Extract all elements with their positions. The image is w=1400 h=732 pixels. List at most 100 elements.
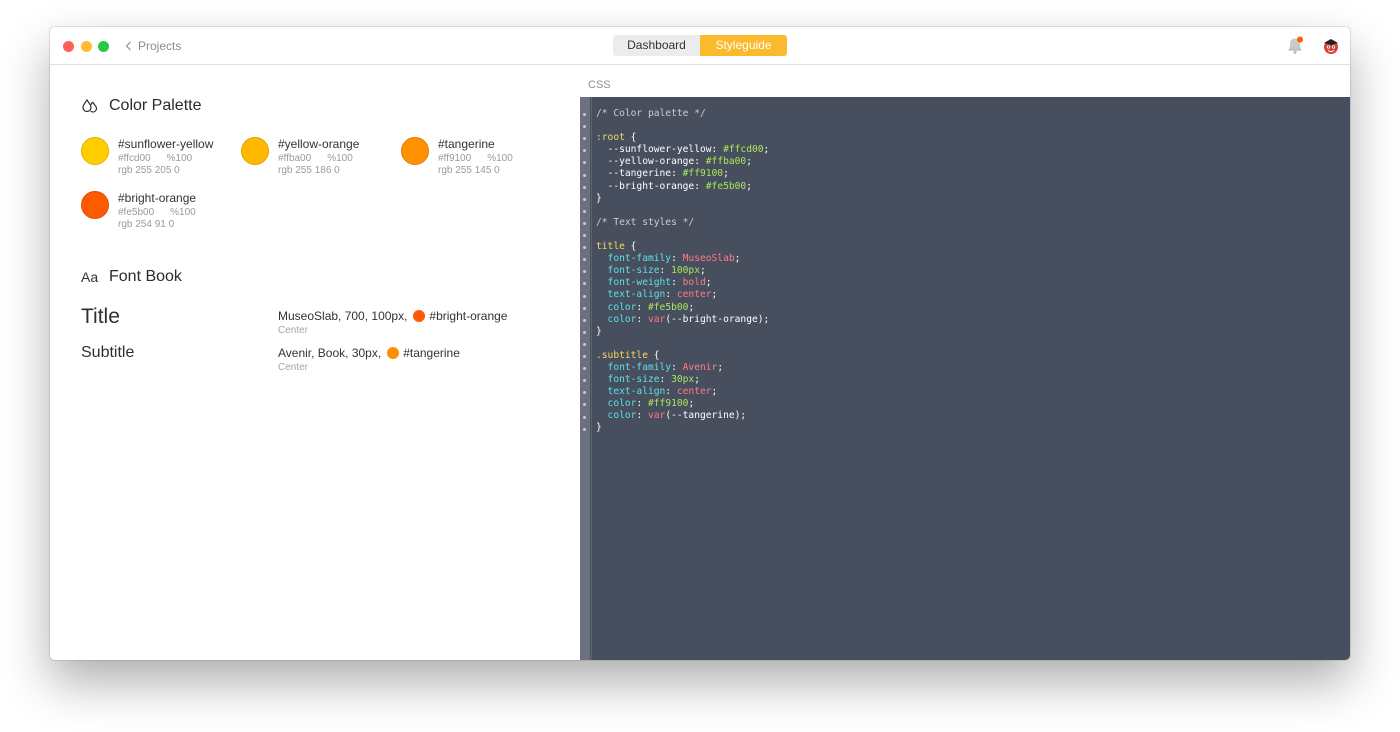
code-token: color (596, 313, 637, 325)
code-token: /* Text styles */ (596, 216, 695, 228)
font-icon: Aa (81, 269, 99, 285)
font-spec: Avenir, Book, 30px, #tangerine (278, 346, 460, 360)
back-label: Projects (138, 39, 182, 53)
code-token: { (624, 132, 637, 144)
user-avatar-icon[interactable] (1322, 37, 1340, 55)
code-token: : (659, 265, 672, 277)
code-token: : (671, 168, 683, 180)
swatch-name: #bright-orange (118, 191, 197, 205)
color-dot (401, 137, 429, 165)
line-marker (583, 173, 586, 177)
code-token: : (636, 301, 648, 313)
code-line: color: #fe5b00; (596, 302, 769, 314)
font-book-heading: Aa Font Book (81, 268, 182, 286)
font-alignment: Center (278, 325, 309, 336)
font-color-name: #bright-orange (429, 309, 508, 323)
code-line: color: var(--tangerine); (596, 410, 769, 422)
swatch-rgb: rgb 255 186 0 (278, 165, 340, 176)
css-code-editor[interactable]: /* Color palette */:root { --sunflower-y… (580, 97, 1350, 660)
styleguide-panel: Color Palette #sunflower-yellow #ffcd00%… (50, 65, 580, 660)
tab-dashboard[interactable]: Dashboard (613, 35, 700, 56)
code-token: : (659, 374, 672, 386)
color-dot (81, 191, 109, 219)
minimize-window-button[interactable] (81, 41, 92, 52)
color-palette-title: Color Palette (109, 97, 202, 114)
code-token: : (636, 398, 648, 410)
code-line: /* Color palette */ (596, 108, 769, 120)
color-dot (241, 137, 269, 165)
swatch-rgb: rgb 255 205 0 (118, 165, 180, 176)
code-line: --tangerine: #ff9100; (596, 168, 769, 180)
code-token: ; (705, 277, 712, 289)
swatch-hex: #fe5b00 (118, 207, 155, 218)
line-marker (583, 113, 586, 116)
chevron-left-icon (125, 41, 131, 51)
back-to-projects-link[interactable]: Projects (125, 39, 181, 53)
font-spec-text: MuseoSlab, 700, 100px, (278, 309, 408, 323)
code-token: #ff9100 (682, 168, 724, 180)
code-token: ; (717, 361, 724, 373)
line-marker (583, 197, 586, 201)
color-dot (81, 137, 109, 165)
swatch-opacity: %100 (487, 153, 513, 164)
code-line: color: var(--bright-orange); (596, 313, 770, 326)
swatch-hex-opacity: #ff9100 %100 (438, 153, 513, 165)
code-token: font-size (596, 374, 660, 386)
app-window: Projects Dashboard Styleguide Color Pale… (50, 27, 1350, 660)
line-marker (583, 306, 586, 310)
code-token: color (596, 398, 637, 410)
swatch-name: #yellow-orange (278, 137, 360, 151)
code-token: font-family (596, 361, 672, 373)
zoom-window-button[interactable] (98, 41, 109, 52)
code-token: var (648, 313, 666, 325)
code-token: title (596, 241, 625, 253)
code-token: : (671, 253, 683, 265)
code-token: --tangerine (596, 168, 672, 180)
css-code[interactable]: /* Color palette */:root { --sunflower-y… (596, 108, 769, 435)
font-color-dot (413, 310, 426, 322)
notification-bell-icon[interactable] (1285, 35, 1305, 55)
code-line: text-align: center; (596, 386, 769, 398)
code-token: ; (763, 144, 770, 156)
code-line: font-family: Avenir; (596, 362, 769, 374)
code-token: ; (711, 289, 718, 301)
code-token: : (636, 410, 648, 422)
font-sample-title: Title (81, 305, 120, 328)
swatch-sunflower-yellow[interactable]: #sunflower-yellow #ffcd00 %100 rgb 255 20… (81, 137, 213, 177)
line-marker (583, 234, 586, 237)
color-palette-heading: Color Palette (81, 97, 202, 115)
code-line: .subtitle { (596, 350, 769, 362)
code-line: --sunflower-yellow: #ffcd00; (596, 144, 770, 156)
code-token: : (636, 313, 648, 325)
code-token: 30px (671, 374, 695, 386)
code-token: font-weight (596, 277, 672, 289)
code-token: #ffba00 (705, 156, 747, 168)
code-token: ; (700, 265, 706, 277)
line-marker (583, 185, 586, 189)
code-line: title { (596, 241, 769, 253)
code-token: : (694, 156, 706, 168)
code-token: : (694, 180, 706, 192)
font-color-dot (387, 347, 400, 359)
code-line: text-align: center; (596, 289, 769, 301)
css-tab-label[interactable]: CSS (588, 79, 611, 91)
code-token: } (596, 422, 602, 434)
code-token: : (671, 361, 683, 373)
swatch-hex-opacity: #ffba00 %100 (278, 153, 359, 165)
swatch-rgb: rgb 254 91 0 (118, 219, 175, 230)
tab-styleguide[interactable]: Styleguide (700, 35, 787, 56)
line-marker (583, 427, 586, 431)
swatch-name: #tangerine (438, 137, 495, 151)
swatch-bright-orange[interactable]: #bright-orange #fe5b00 %100 rgb 254 91 0 (81, 191, 196, 231)
code-token: ; (734, 253, 741, 265)
swatch-tangerine[interactable]: #tangerine #ff9100 %100 rgb 255 145 0 (401, 137, 513, 177)
code-token: text-align (596, 386, 666, 398)
code-token: font-family (596, 253, 672, 265)
drops-icon (82, 98, 98, 113)
close-window-button[interactable] (63, 41, 74, 52)
code-token: center (676, 386, 712, 398)
swatch-yellow-orange[interactable]: #yellow-orange #ffba00 %100 rgb 255 186 0 (241, 137, 359, 177)
code-line: /* Text styles */ (596, 217, 769, 229)
